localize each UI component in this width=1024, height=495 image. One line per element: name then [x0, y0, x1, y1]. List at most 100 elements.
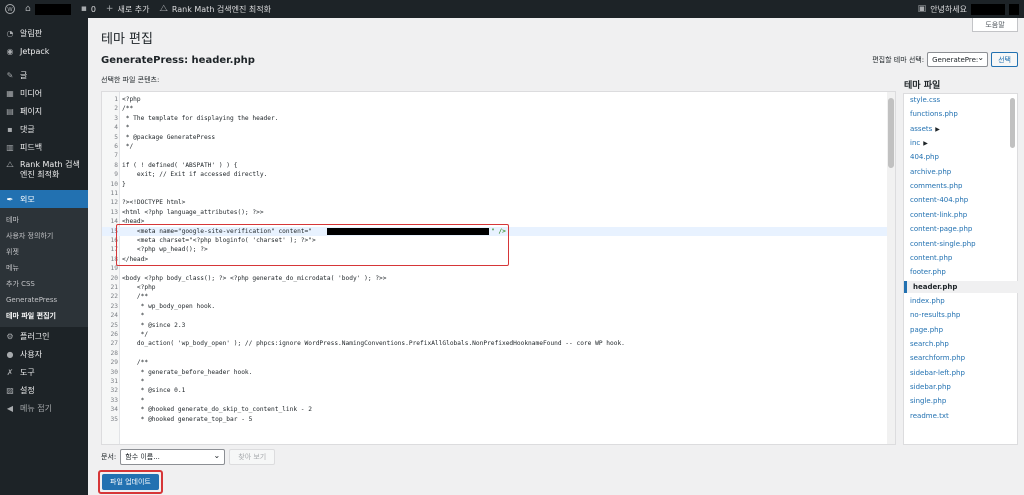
code-line[interactable]: 5 * @package GeneratePress — [102, 133, 895, 142]
comments-menu[interactable]: ▪ 0 — [76, 0, 101, 18]
code-editor[interactable]: 1 <?php 2/** 3 * The template for displayin… — [101, 91, 896, 445]
file-list-item[interactable]: content-page.php — [910, 225, 972, 233]
sidebar-item-appearance[interactable]: ✒ 외모 — [0, 190, 88, 208]
sidebar-item-collapse[interactable]: ◀ 메뉴 접기 — [0, 399, 88, 417]
file-list-item[interactable]: 404.php — [910, 153, 939, 161]
wp-logo-menu[interactable]: W — [0, 0, 20, 18]
site-name-menu[interactable]: ⌂ — [20, 0, 76, 18]
code-line[interactable]: 24 * — [102, 311, 895, 320]
code-line[interactable]: 15 <meta name="google-site-verification"… — [102, 226, 895, 236]
sidebar-item-plugins[interactable]: ⚙ 플러그인 — [0, 327, 88, 345]
code-line[interactable]: 4 * — [102, 123, 895, 132]
sidebar-item-feedback[interactable]: ▥ 피드백 — [0, 138, 88, 156]
code-line[interactable]: 14 <head> — [102, 217, 895, 226]
code-text: * — [122, 396, 145, 404]
sidebar-item-media[interactable]: ▦ 미디어 — [0, 84, 88, 102]
select-theme-button[interactable]: 선택 — [991, 52, 1018, 67]
update-file-button[interactable]: 파일 업데이트 — [102, 474, 159, 490]
sidebar-item-pages[interactable]: ▤ 페이지 — [0, 102, 88, 120]
file-name: style.css — [910, 96, 941, 104]
lookup-button[interactable]: 찾아 보기 — [229, 449, 276, 465]
sidebar-item-comments[interactable]: ▪ 댓글 — [0, 120, 88, 138]
code-line[interactable]: 20 <body <?php body_class(); ?> <?php gen… — [102, 274, 895, 283]
function-name-select[interactable]: 함수 이름... — [120, 449, 226, 465]
sidebar-item-jetpack[interactable]: ◉ Jetpack — [0, 42, 88, 60]
new-content-menu[interactable]: + 새로 추가 — [101, 0, 155, 18]
sidebar-item-tools[interactable]: ✗ 도구 — [0, 363, 88, 381]
code-line[interactable]: 17 <?php wp_head(); ?> — [102, 245, 895, 254]
code-line[interactable]: 12 ?><!DOCTYPE html> — [102, 198, 895, 207]
file-list-item[interactable]: functions.php — [910, 110, 958, 118]
file-list-item[interactable]: style.css — [910, 96, 940, 104]
code-line[interactable]: 1 <?php — [102, 95, 895, 104]
file-list-item[interactable]: assets ▶ — [910, 125, 940, 133]
account-menu[interactable]: ▣ 안녕하세요 — [913, 0, 1024, 18]
code-line[interactable]: 30 * generate_before_header hook. — [102, 368, 895, 377]
file-list-item[interactable]: sidebar-left.php — [910, 369, 965, 377]
code-line[interactable]: 35 * @hooked generate_top_bar - 5 — [102, 415, 895, 424]
submenu-item-widgets[interactable]: 위젯 — [0, 244, 88, 260]
file-list-item[interactable]: content.php — [910, 254, 952, 262]
file-list-item[interactable]: comments.php — [910, 182, 962, 190]
file-list-item[interactable]: readme.txt — [910, 412, 949, 420]
file-list-item[interactable]: inc ▶ — [910, 139, 928, 147]
file-list-item[interactable]: search.php — [910, 340, 949, 348]
sidebar-item-posts[interactable]: ✎ 글 — [0, 66, 88, 84]
code-line[interactable]: 9 exit; // Exit if accessed directly. — [102, 170, 895, 179]
code-line[interactable]: 33 * — [102, 396, 895, 405]
code-line[interactable]: 21 <?php — [102, 283, 895, 292]
rankmath-menu[interactable]: ⧍ Rank Math 검색엔진 최적화 — [154, 0, 276, 18]
code-line[interactable]: 25 * @since 2.3 — [102, 321, 895, 330]
submenu-item-generatepress[interactable]: GeneratePress — [0, 292, 88, 308]
sidebar-item-settings[interactable]: ▨ 설정 — [0, 381, 88, 399]
code-line[interactable]: 22 /** — [102, 292, 895, 301]
code-line[interactable]: 31 * — [102, 377, 895, 386]
code-line[interactable]: 6 */ — [102, 142, 895, 151]
file-list-item[interactable]: no-results.php — [910, 311, 960, 319]
file-list-item[interactable]: footer.php — [910, 268, 946, 276]
code-line[interactable]: 13 <html <?php language_attributes(); ?>> — [102, 208, 895, 217]
sidebar-item-dashboard[interactable]: ◔ 알림판 — [0, 24, 88, 42]
help-button[interactable]: 도움말 — [972, 18, 1018, 32]
file-list-item[interactable]: searchform.php — [910, 354, 965, 362]
code-line[interactable]: 27 do_action( 'wp_body_open' ); // phpcs… — [102, 339, 895, 348]
comments-count: 0 — [90, 4, 96, 14]
code-line[interactable]: 28 — [102, 349, 895, 358]
sidebar-item-label: 미디어 — [20, 88, 43, 98]
code-line[interactable]: 3 * The template for displaying the head… — [102, 114, 895, 123]
submenu-item-theme-file-editor[interactable]: 테마 파일 편집기 — [0, 308, 88, 324]
code-line[interactable]: 2 /** — [102, 104, 895, 113]
code-line[interactable]: 29 /** — [102, 358, 895, 367]
code-line[interactable]: 18 </head> — [102, 255, 895, 264]
code-line[interactable]: 32 * @since 0.1 — [102, 386, 895, 395]
code-line[interactable]: 23 * wp_body_open hook. — [102, 302, 895, 311]
submenu-item-themes[interactable]: 테마 — [0, 212, 88, 228]
file-list-item[interactable]: content-link.php — [910, 211, 967, 219]
theme-select-dropdown[interactable]: GeneratePre: — [927, 52, 989, 67]
code-line[interactable]: 34 * @hooked generate_do_skip_to_content… — [102, 405, 895, 414]
code-line[interactable]: 11 — [102, 189, 895, 198]
file-list-item[interactable]: sidebar.php — [910, 383, 951, 391]
code-line[interactable]: 26 */ — [102, 330, 895, 339]
file-list-item[interactable]: single.php — [910, 397, 946, 405]
submenu-item-additional-css[interactable]: 추가 CSS — [0, 276, 88, 292]
file-list-item[interactable]: archive.php — [910, 168, 951, 176]
file-list-scrollbar[interactable] — [1010, 98, 1015, 148]
code-line[interactable]: 7 — [102, 151, 895, 160]
editor-scrollbar[interactable] — [887, 92, 895, 444]
sidebar-item-rankmath[interactable]: ⧍ Rank Math 검색엔진 최적화 — [0, 156, 88, 182]
file-list-item[interactable]: content-404.php — [910, 196, 968, 204]
submenu-item-menus[interactable]: 메뉴 — [0, 260, 88, 276]
line-number: 1 — [114, 96, 118, 103]
code-line[interactable]: 10} — [102, 180, 895, 189]
file-list-item[interactable]: header.php — [904, 280, 1018, 293]
code-line[interactable]: 19 — [102, 264, 895, 273]
file-list-item[interactable]: page.php — [910, 326, 943, 334]
code-line[interactable]: 16 <meta charset="<?php bloginfo( 'chars… — [102, 236, 895, 245]
editor-scroll-thumb[interactable] — [888, 98, 894, 168]
submenu-item-customize[interactable]: 사용자 정의하기 — [0, 228, 88, 244]
file-list-item[interactable]: index.php — [910, 297, 945, 305]
code-line[interactable]: 8 if ( ! defined( 'ABSPATH' ) ) { — [102, 161, 895, 170]
file-list-item[interactable]: content-single.php — [910, 240, 976, 248]
sidebar-item-users[interactable]: ● 사용자 — [0, 345, 88, 363]
